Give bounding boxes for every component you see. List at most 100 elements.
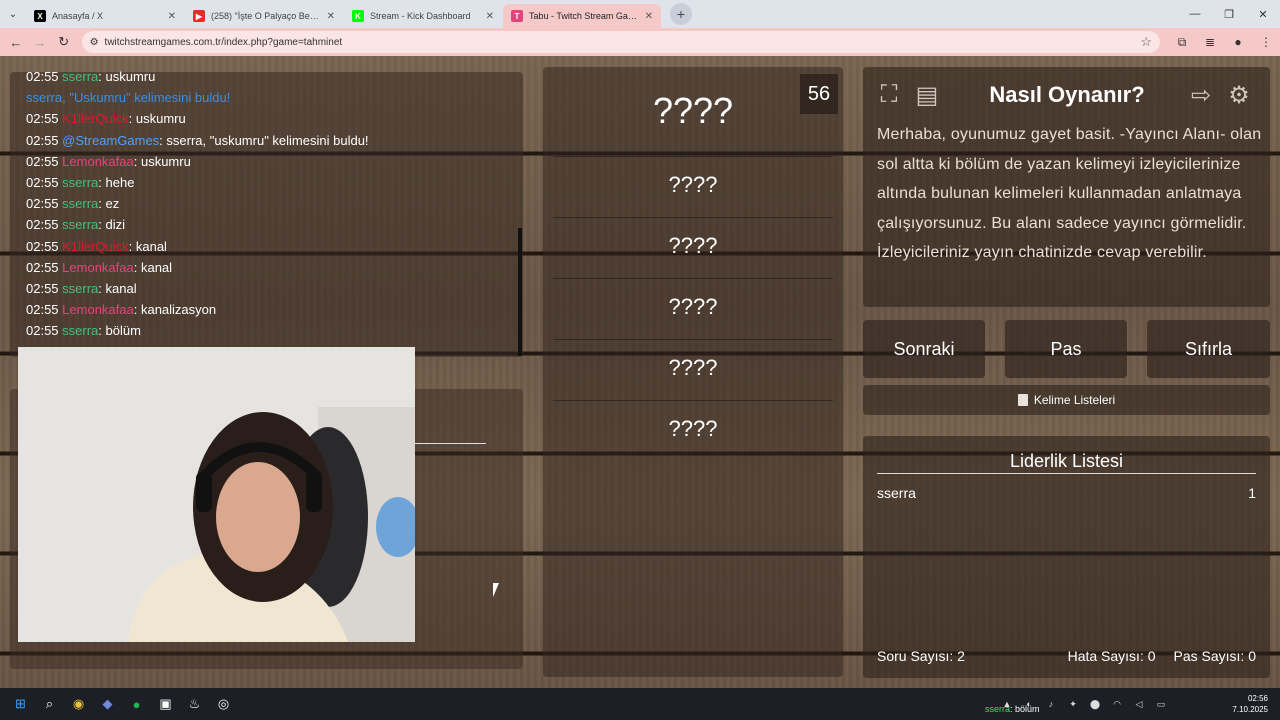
close-tab-icon[interactable]: ✕ xyxy=(168,11,176,22)
chat-text: : bölüm xyxy=(98,323,141,339)
chat-text: : hehe xyxy=(98,175,135,191)
tab-title: Stream - Kick Dashboard xyxy=(370,11,471,21)
address-bar-row: ← → ↻ ⚙ twitchstreamgames.com.tr/index.p… xyxy=(0,28,1280,56)
chat-time: 02:55 xyxy=(26,281,59,297)
chat-username[interactable]: sserra xyxy=(62,217,98,232)
reading-list-icon[interactable]: ≣ xyxy=(1196,35,1224,50)
discord-icon[interactable]: ◆ xyxy=(93,688,122,720)
chat-username[interactable]: Lemonkafaa xyxy=(62,302,134,317)
chat-message: 02:55 sserra: hehe xyxy=(26,172,369,193)
word-lists-button[interactable]: Kelime Listeleri xyxy=(863,385,1270,415)
forward-icon[interactable]: → xyxy=(28,30,52,54)
chat-username[interactable]: K1llerQuick xyxy=(62,239,128,254)
chat-message: 02:55 sserra: uskumru xyxy=(26,66,369,87)
tray-icon[interactable]: ✦ xyxy=(1064,699,1082,710)
chat-username[interactable]: sserra xyxy=(62,323,98,338)
leaderboard-name: sserra xyxy=(877,485,916,501)
url-text: twitchstreamgames.com.tr/index.php?game=… xyxy=(104,36,343,48)
minimize-icon[interactable]: — xyxy=(1178,0,1212,28)
reload-icon[interactable]: ↻ xyxy=(52,30,76,54)
tray-icon[interactable]: ♪ xyxy=(1042,699,1060,709)
chat-text: : uskumru xyxy=(98,69,156,84)
stats-row: Soru Sayısı: 2 Hata Sayısı: 0 Pas Sayısı… xyxy=(877,648,1256,664)
question-count: Soru Sayısı: 2 xyxy=(877,648,965,664)
chat-time: 02:55 xyxy=(26,132,59,148)
chat-scrollbar[interactable] xyxy=(518,228,522,356)
how-to-play-title: Nasıl Oynanır? xyxy=(989,82,1145,107)
chat-username[interactable]: Lemonkafaa xyxy=(62,154,134,169)
spotify-icon[interactable]: ● xyxy=(122,688,151,720)
fullscreen-icon[interactable]: ⛶ xyxy=(870,76,908,114)
extensions-icon[interactable]: ⧉ xyxy=(1168,35,1196,50)
app-icon[interactable]: ▣ xyxy=(151,688,180,720)
chat-message: 02:55 Lemonkafaa: kanalizasyon xyxy=(26,299,369,320)
reset-button[interactable]: Sıfırla xyxy=(1147,320,1270,378)
steam-icon[interactable]: ♨ xyxy=(180,688,209,720)
main-word: ???? xyxy=(652,90,734,131)
browser-tab[interactable]: ▶ (258) "İşte O Palyaço Benim" Ki ✕ xyxy=(185,4,343,28)
restore-icon[interactable]: ❐ xyxy=(1212,0,1246,28)
pass-button[interactable]: Pas xyxy=(1005,320,1127,378)
start-icon[interactable]: ⊞ xyxy=(6,688,35,720)
notes-icon[interactable]: ▤ xyxy=(908,76,946,114)
tray-icon[interactable]: ⬤ xyxy=(1086,699,1104,710)
exit-icon[interactable]: ⇨ xyxy=(1182,76,1220,114)
battery-icon[interactable]: ▭ xyxy=(1152,699,1170,710)
taboo-word: ???? xyxy=(668,233,718,258)
tab-title: (258) "İşte O Palyaço Benim" Ki xyxy=(211,11,323,21)
tab-search-icon[interactable]: ⌄ xyxy=(0,0,26,28)
kick-icon: K xyxy=(352,10,364,22)
chat-username[interactable]: sserra xyxy=(62,175,98,190)
new-tab-button[interactable]: + xyxy=(670,3,692,25)
bookmark-star-icon[interactable]: ☆ xyxy=(1140,34,1152,50)
browser-tab[interactable]: T Tabu - Twitch Stream Games ✕ xyxy=(503,4,661,28)
chat-username[interactable]: sserra xyxy=(62,281,98,296)
windows-taskbar: ⊞ ⌕ ◉ ◆ ● ▣ ♨ ◎ ▲ ◐ ♪ ✦ ⬤ ◠ ◁ ▭ 02:56 7.… xyxy=(0,688,1280,720)
volume-icon[interactable]: ◁ xyxy=(1130,699,1148,710)
chat-time: 02:55 xyxy=(26,175,59,191)
close-window-icon[interactable]: ✕ xyxy=(1246,0,1280,28)
chrome-icon[interactable]: ◉ xyxy=(64,688,93,720)
tab-title: Tabu - Twitch Stream Games xyxy=(529,11,641,21)
chat-username[interactable]: Lemonkafaa xyxy=(62,260,134,275)
word-divider xyxy=(553,156,833,157)
browser-tab-bar: ⌄ X Anasayfa / X ✕ ▶ (258) "İşte O Palyaço B… xyxy=(0,0,1280,28)
site-info-icon[interactable]: ⚙ xyxy=(90,37,99,48)
clock[interactable]: 02:56 7.10.2025 xyxy=(1232,693,1268,715)
chat-time: 02:55 xyxy=(26,238,59,254)
twitch-games-icon: T xyxy=(511,10,523,22)
word-divider xyxy=(553,217,833,218)
chat-time: 02:55 xyxy=(26,217,59,233)
close-tab-icon[interactable]: ✕ xyxy=(327,11,335,22)
chat-message: 02:55 K1llerQuick: uskumru xyxy=(26,108,369,129)
next-button[interactable]: Sonraki xyxy=(863,320,985,378)
chat-text: : kanalizasyon xyxy=(133,302,217,318)
chat-message: 02:55 @StreamGames: sserra, "uskumru" ke… xyxy=(26,130,369,151)
close-tab-icon[interactable]: ✕ xyxy=(645,11,653,22)
word-divider xyxy=(553,278,833,279)
chat-text: : kanal xyxy=(133,259,173,275)
profile-icon[interactable]: ● xyxy=(1224,35,1252,50)
wifi-icon[interactable]: ◠ xyxy=(1108,699,1126,710)
browser-tab[interactable]: X Anasayfa / X ✕ xyxy=(26,4,184,28)
chat-username[interactable]: @StreamGames xyxy=(62,133,159,148)
chat-message: sserra, "Uskumru" kelimesini buldu! xyxy=(26,90,231,106)
youtube-icon: ▶ xyxy=(193,10,205,22)
notification-user: sserra xyxy=(985,704,1011,714)
chat-panel: 02:55 sserra: uskumru sserra, "Uskumru" k… xyxy=(10,69,523,357)
clock-time: 02:56 xyxy=(1247,694,1268,703)
chat-username[interactable]: sserra xyxy=(62,69,98,84)
menu-icon[interactable]: ⋮ xyxy=(1252,35,1280,50)
back-icon[interactable]: ← xyxy=(4,30,28,54)
chat-username[interactable]: sserra xyxy=(62,196,98,211)
search-icon[interactable]: ⌕ xyxy=(35,688,64,720)
obs-icon[interactable]: ◎ xyxy=(209,688,238,720)
close-tab-icon[interactable]: ✕ xyxy=(486,11,494,22)
url-bar[interactable]: ⚙ twitchstreamgames.com.tr/index.php?gam… xyxy=(81,31,1161,53)
settings-gear-icon[interactable]: ⚙ xyxy=(1220,76,1258,114)
pass-count: Pas Sayısı: 0 xyxy=(1173,648,1256,664)
chat-time: 02:55 xyxy=(26,196,59,212)
chat-username[interactable]: K1llerQuick xyxy=(62,111,128,126)
browser-tab[interactable]: K Stream - Kick Dashboard ✕ xyxy=(344,4,502,28)
chat-message: 02:55 Lemonkafaa: uskumru xyxy=(26,151,369,172)
